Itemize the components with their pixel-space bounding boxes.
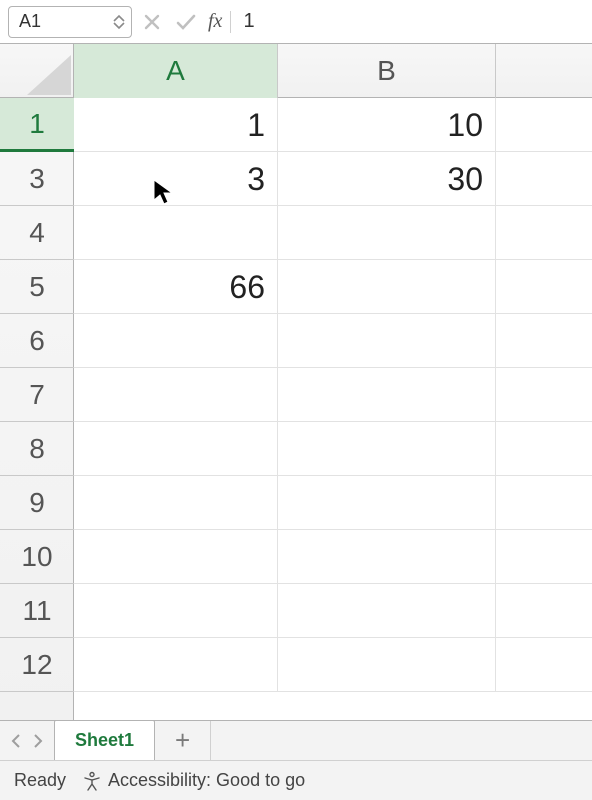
cell-A12[interactable]: [74, 638, 278, 692]
row-header-10[interactable]: 10: [0, 530, 74, 584]
row-header-7[interactable]: 7: [0, 368, 74, 422]
row-header-9[interactable]: 9: [0, 476, 74, 530]
row-header-4[interactable]: 4: [0, 206, 74, 260]
row-header-8[interactable]: 8: [0, 422, 74, 476]
cell-B9[interactable]: [278, 476, 496, 530]
accessibility-status[interactable]: Accessibility: Good to go: [82, 770, 305, 791]
sheet-tabs-bar: Sheet1 +: [0, 720, 592, 760]
tab-next-icon[interactable]: [32, 733, 44, 749]
accessibility-text: Accessibility: Good to go: [108, 770, 305, 791]
row: [74, 638, 592, 692]
row-header-5[interactable]: 5: [0, 260, 74, 314]
row-header-1[interactable]: 1: [0, 98, 74, 152]
cell-A5[interactable]: 66: [74, 260, 278, 314]
column-header-A[interactable]: A: [74, 44, 278, 98]
row: [74, 476, 592, 530]
cell-A10[interactable]: [74, 530, 278, 584]
row: [74, 584, 592, 638]
row: [74, 206, 592, 260]
column-header-B[interactable]: B: [278, 44, 496, 98]
row-header-6[interactable]: 6: [0, 314, 74, 368]
tab-prev-icon[interactable]: [10, 733, 22, 749]
chevron-up-icon: [113, 14, 125, 22]
row-header-12[interactable]: 12: [0, 638, 74, 692]
cell-B1[interactable]: 10: [278, 98, 496, 152]
row: [74, 530, 592, 584]
formula-bar: A1 fx 1: [0, 0, 592, 44]
close-icon: [143, 13, 161, 31]
cell-B12[interactable]: [278, 638, 496, 692]
cell-B3[interactable]: 30: [278, 152, 496, 206]
fx-label[interactable]: fx: [206, 10, 224, 33]
cell-A9[interactable]: [74, 476, 278, 530]
cell-A7[interactable]: [74, 368, 278, 422]
cell-A1[interactable]: 1: [74, 98, 278, 152]
row: 110: [74, 98, 592, 152]
plus-icon: +: [175, 725, 190, 756]
cancel-edit-button: [138, 8, 166, 36]
column-headers: AB: [74, 44, 592, 98]
chevron-down-icon: [113, 22, 125, 30]
accessibility-icon: [82, 771, 102, 791]
status-bar: Ready Accessibility: Good to go: [0, 760, 592, 800]
formula-separator: [230, 11, 231, 33]
cell-A4[interactable]: [74, 206, 278, 260]
cell-B8[interactable]: [278, 422, 496, 476]
cell-B7[interactable]: [278, 368, 496, 422]
add-sheet-button[interactable]: +: [155, 721, 211, 760]
row: [74, 422, 592, 476]
row: 66: [74, 260, 592, 314]
confirm-edit-button: [172, 8, 200, 36]
row: [74, 368, 592, 422]
cell-A3[interactable]: 3: [74, 152, 278, 206]
formula-input[interactable]: 1: [237, 10, 584, 33]
row-header-3[interactable]: 3: [0, 152, 74, 206]
cell-A6[interactable]: [74, 314, 278, 368]
name-box[interactable]: A1: [8, 6, 132, 38]
sheet-tab-active[interactable]: Sheet1: [54, 720, 155, 760]
row-header-11[interactable]: 11: [0, 584, 74, 638]
select-all-corner[interactable]: [0, 44, 74, 98]
row: 330: [74, 152, 592, 206]
cell-A8[interactable]: [74, 422, 278, 476]
check-icon: [176, 13, 196, 31]
row-headers: 13456789101112: [0, 98, 74, 720]
tabs-fill: [211, 721, 592, 760]
cells-area[interactable]: 11033066: [74, 98, 592, 720]
row: [74, 314, 592, 368]
cell-B11[interactable]: [278, 584, 496, 638]
sheet-grid: AB 13456789101112 11033066: [0, 44, 592, 720]
name-box-stepper[interactable]: [111, 14, 127, 30]
cell-A11[interactable]: [74, 584, 278, 638]
status-mode: Ready: [14, 770, 66, 791]
sheet-tab-label: Sheet1: [75, 730, 134, 751]
cell-B4[interactable]: [278, 206, 496, 260]
tab-nav: [0, 721, 54, 760]
cell-B6[interactable]: [278, 314, 496, 368]
cell-B5[interactable]: [278, 260, 496, 314]
name-box-value: A1: [19, 11, 111, 32]
cell-B10[interactable]: [278, 530, 496, 584]
